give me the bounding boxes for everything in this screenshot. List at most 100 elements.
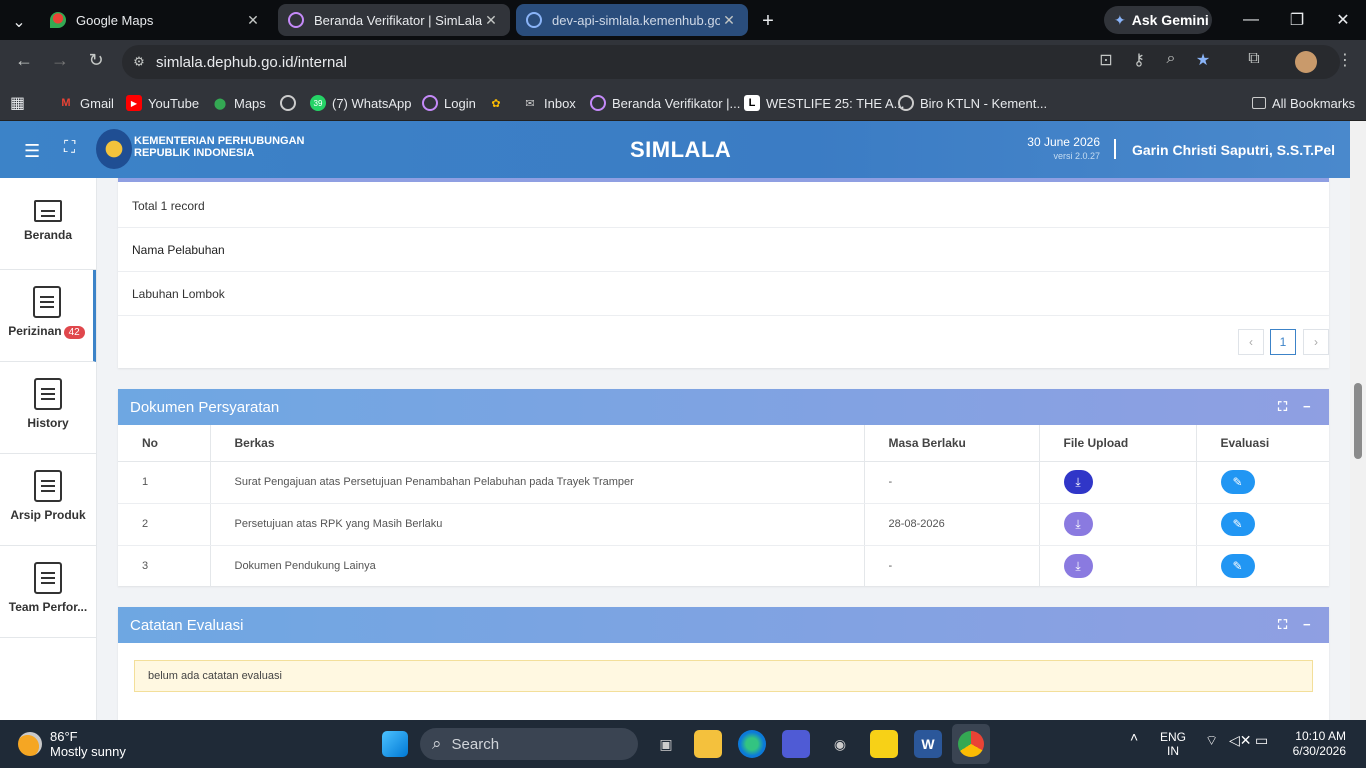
bookmark-biro[interactable]: Biro KTLN - Kement...	[898, 92, 1047, 114]
sidebar-item-perizinan[interactable]: Perizinan 42	[0, 270, 96, 362]
close-icon[interactable]: ✕	[482, 12, 500, 29]
catatan-header: Catatan Evaluasi ⛶ −	[118, 607, 1329, 643]
catatan-title: Catatan Evaluasi	[130, 616, 244, 634]
show-hidden-icons[interactable]: ˄	[1130, 730, 1138, 744]
sticky-notes-icon[interactable]	[870, 730, 898, 758]
total-records: Total 1 record	[118, 184, 1329, 228]
maps-pin-icon: ⬤	[213, 97, 227, 110]
pagination-next[interactable]: ›	[1303, 329, 1329, 355]
download-button[interactable]: ⤓	[1063, 554, 1093, 578]
profile-avatar[interactable]	[1295, 51, 1317, 73]
apps-grid-icon[interactable]: ▦	[10, 92, 25, 114]
task-view-icon[interactable]: ▣	[652, 730, 680, 758]
bookmarks-bar: ▦ M Gmail ▶ YouTube ⬤ Maps 39 (7) WhatsApp L…	[0, 85, 1366, 121]
windows-start-icon[interactable]	[382, 731, 408, 757]
back-arrow-icon[interactable]: ←	[12, 50, 36, 71]
download-icon: ⤓	[1075, 558, 1081, 573]
maximize-icon[interactable]: ❐	[1274, 0, 1320, 40]
bookmark-beranda[interactable]: Beranda Verifikator |...	[590, 92, 740, 114]
simlala-icon	[590, 95, 606, 111]
sidebar-item-history[interactable]: History	[0, 362, 96, 454]
pagination-prev[interactable]: ‹	[1238, 329, 1264, 355]
tab-title: Beranda Verifikator | SimLala	[314, 12, 482, 28]
close-icon[interactable]: ✕	[244, 12, 262, 29]
word-icon[interactable]: W	[914, 730, 942, 758]
camera-icon[interactable]: ◉	[826, 730, 854, 758]
expand-icon[interactable]: ⛶	[1278, 399, 1287, 415]
edit-icon: ✎	[1232, 475, 1243, 489]
new-tab-plus-icon[interactable]: +	[756, 10, 780, 33]
file-explorer-icon[interactable]	[694, 730, 722, 758]
download-button[interactable]: ⤓	[1063, 470, 1093, 494]
close-icon[interactable]: ✕	[720, 12, 738, 29]
bookmark-whatsapp[interactable]: 39 (7) WhatsApp	[310, 92, 411, 114]
bookmark-inbox[interactable]: ✉ Inbox	[522, 92, 575, 114]
gemini-icon: ✦	[1114, 11, 1126, 28]
pinwheel-bookmark[interactable]: ✿	[488, 92, 510, 114]
tab-google-maps[interactable]: Google Maps ✕	[40, 4, 272, 36]
address-bar[interactable]: ⚙ simlala.dephub.go.id/internal	[122, 45, 1340, 79]
monitor-icon	[34, 200, 62, 222]
reload-icon[interactable]: ↻	[84, 50, 108, 71]
row-number: 3	[118, 545, 210, 588]
chrome-active-icon[interactable]	[952, 724, 990, 764]
bookmark-star-icon[interactable]: ★	[1192, 50, 1214, 70]
hamburger-menu-icon[interactable]: ☰	[24, 141, 40, 162]
forward-arrow-icon[interactable]: →	[48, 50, 72, 71]
zoom-icon[interactable]: ⌕	[1160, 50, 1182, 68]
menu-dots-icon[interactable]: ⋮	[1334, 50, 1356, 70]
evaluate-edit-button[interactable]: ✎	[1220, 554, 1255, 578]
windows-taskbar: 86°F Mostly sunny ⌕ Search ▣ ◉ W ˄ ENG IN ⌔…	[0, 720, 1366, 768]
bookmark-label: YouTube	[148, 95, 200, 111]
tab-simlala[interactable]: Beranda Verifikator | SimLala ✕	[278, 4, 510, 36]
user-name[interactable]: Garin Christi Saputri, S.S.T.Pel	[1132, 142, 1335, 158]
sidebar-item-arsip-produk[interactable]: Arsip Produk	[0, 454, 96, 546]
pagination-page-1[interactable]: 1	[1270, 329, 1296, 355]
scrollbar-thumb[interactable]	[1354, 383, 1362, 459]
page-scrollbar[interactable]	[1350, 121, 1366, 720]
evaluate-edit-button[interactable]: ✎	[1220, 512, 1255, 536]
app-icon[interactable]	[782, 730, 810, 758]
bookmark-westlife[interactable]: L WESTLIFE 25: THE A...	[744, 92, 904, 114]
fullscreen-icon[interactable]: ⛶	[64, 139, 75, 157]
bookmark-login[interactable]: Login	[422, 92, 476, 114]
collapse-minus-icon[interactable]: −	[1303, 399, 1311, 414]
bookmark-youtube[interactable]: ▶ YouTube	[126, 92, 199, 114]
minimize-icon[interactable]: —	[1228, 0, 1274, 40]
sidebar-item-beranda[interactable]: Beranda	[0, 178, 96, 270]
download-button[interactable]: ⤓	[1063, 512, 1093, 536]
volume-muted-icon[interactable]: ◁✕	[1229, 733, 1252, 747]
globe-icon	[280, 95, 296, 111]
system-clock[interactable]: 10:10 AM 6/30/2026	[1290, 729, 1346, 759]
bookmark-label: Login	[444, 95, 476, 111]
weather-widget[interactable]: 86°F Mostly sunny	[18, 729, 126, 759]
bookmark-maps[interactable]: ⬤ Maps	[212, 92, 266, 114]
document-icon	[34, 562, 62, 594]
sidebar-item-label: Beranda	[23, 228, 73, 242]
close-window-icon[interactable]: ✕	[1320, 0, 1366, 40]
expand-icon[interactable]: ⛶	[1278, 617, 1287, 633]
tab-list-chevron-icon[interactable]: ⌄	[8, 12, 30, 32]
table-row: Labuhan Lombok	[118, 272, 1329, 316]
extensions-icon[interactable]: ⧉	[1243, 50, 1265, 68]
ask-gemini-button[interactable]: ✦ Ask Gemini	[1104, 6, 1212, 34]
google-maps-icon	[50, 12, 66, 28]
battery-icon[interactable]: ▭	[1255, 733, 1268, 747]
evaluate-edit-button[interactable]: ✎	[1220, 470, 1255, 494]
taskbar-search[interactable]: ⌕ Search	[420, 728, 638, 760]
edge-icon[interactable]	[738, 730, 766, 758]
sidebar-item-team-performance[interactable]: Team Perfor...	[0, 546, 96, 638]
berkas-name: Surat Pengajuan atas Persetujuan Penamba…	[209, 461, 864, 504]
bookmark-gmail[interactable]: M Gmail	[58, 92, 114, 114]
wifi-icon[interactable]: ⌔	[1205, 733, 1218, 747]
globe-bookmark[interactable]	[280, 92, 302, 114]
language-indicator[interactable]: ENG IN	[1160, 730, 1186, 758]
letterboxd-icon: L	[744, 95, 760, 111]
all-bookmarks[interactable]: All Bookmarks	[1252, 92, 1355, 114]
search-label: Search	[451, 735, 500, 753]
tab-dev-api[interactable]: dev-api-simlala.kemenhub.go.id ✕	[516, 4, 748, 36]
install-app-icon[interactable]: ⊡	[1095, 50, 1117, 70]
site-info-icon[interactable]: ⚙	[122, 54, 156, 70]
collapse-minus-icon[interactable]: −	[1303, 617, 1311, 632]
password-key-icon[interactable]: ⚷	[1128, 50, 1150, 70]
